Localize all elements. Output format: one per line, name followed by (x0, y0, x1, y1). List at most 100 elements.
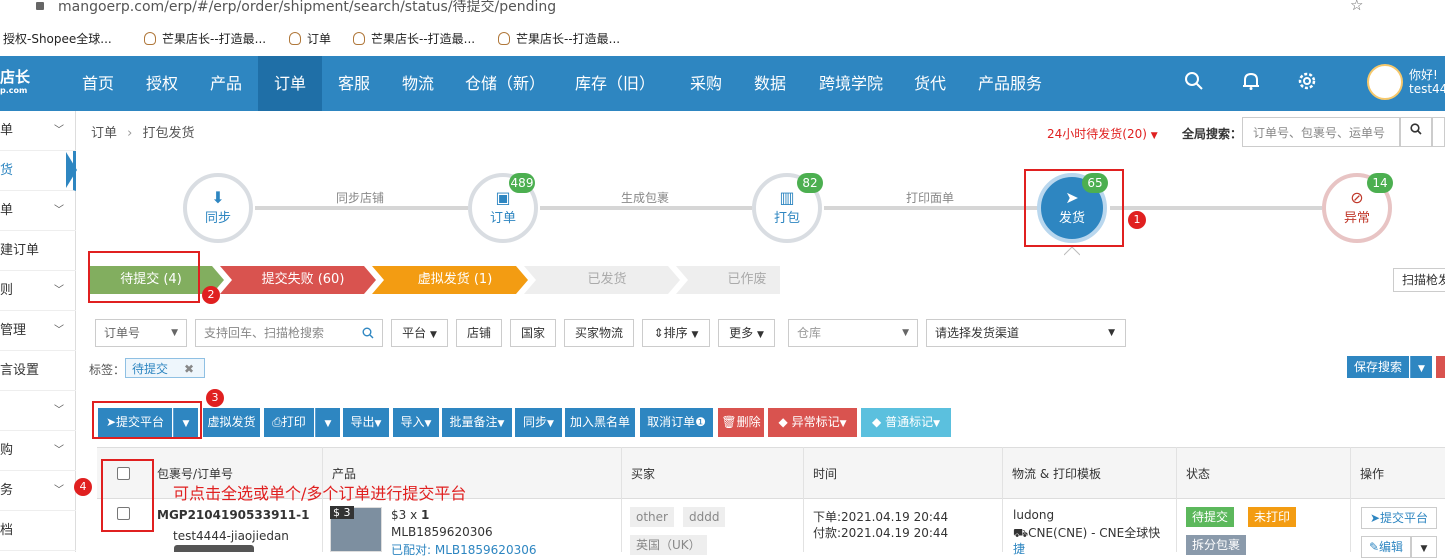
bookmark-star-icon[interactable]: ☆ (1350, 0, 1363, 14)
nav-item-data[interactable]: 数据 (746, 56, 794, 111)
sidebar-item[interactable]: 购 ﹀ (0, 431, 76, 471)
column-divider (621, 447, 622, 552)
virtual-ship-button[interactable]: 虚拟发货 (203, 408, 260, 437)
save-search-button[interactable]: 保存搜索 (1347, 356, 1409, 378)
country-filter[interactable]: 国家 (510, 319, 556, 347)
global-search-input[interactable]: 订单号、包裹号、运单号 (1242, 117, 1400, 147)
extra-action-button[interactable] (1436, 356, 1445, 378)
save-search-dropdown[interactable]: ▼ (1410, 356, 1432, 378)
gear-icon[interactable] (1296, 71, 1318, 93)
bookmark-item[interactable]: 芒果店长--打造最... (353, 30, 475, 47)
buyer-logistics-filter[interactable]: 买家物流 (564, 319, 634, 347)
sidebar-item[interactable]: 管理 ﹀ (0, 311, 76, 351)
annotation-box-2 (88, 251, 200, 303)
import-button[interactable]: 导入▼ (393, 408, 439, 437)
flow-connector (540, 206, 752, 210)
column-header: 状态 (1186, 467, 1211, 481)
search-button[interactable] (1400, 117, 1432, 147)
mango-icon (353, 32, 365, 45)
add-blacklist-button[interactable]: 加入黑名单 (565, 408, 635, 437)
print-dropdown[interactable]: ▼ (315, 408, 340, 437)
nav-item-home[interactable]: 首页 (74, 56, 122, 111)
nav-item-logistics[interactable]: 物流 (394, 56, 442, 111)
column-divider (1176, 447, 1177, 552)
logistics-channel[interactable]: ⛟CNE(CNE) - CNE全球快 (1013, 524, 1160, 542)
package-number[interactable]: MGP2104190533911-1 (157, 508, 309, 522)
nav-item-stock-old[interactable]: 库存（旧） (570, 56, 660, 111)
print-button[interactable]: ⎙打印 (264, 408, 314, 437)
nav-item-product-service[interactable]: 产品服务 (970, 56, 1050, 111)
batch-remark-button[interactable]: 批量备注▼ (442, 408, 512, 437)
url-text[interactable]: mangoerp.com/erp/#/erp/order/shipment/se… (58, 0, 556, 16)
delete-button[interactable]: 🗑删除 (718, 408, 764, 437)
url-bar[interactable]: mangoerp.com/erp/#/erp/order/shipment/se… (0, 0, 1445, 22)
chevron-down-icon: ﹀ (54, 285, 64, 296)
search-input[interactable]: 支持回车、扫描枪搜索 (195, 319, 383, 347)
column-divider (1002, 447, 1003, 552)
search-icon (362, 327, 374, 339)
tab-virtual-ship[interactable]: 虚拟发货 (1) (384, 266, 526, 294)
sidebar-item[interactable]: 档 (0, 511, 76, 551)
chevron-down-icon: ﹀ (54, 125, 64, 136)
column-divider (1350, 447, 1351, 552)
nav-item-products[interactable]: 产品 (202, 56, 250, 111)
normal-mark-button[interactable]: ◆ 普通标记▼ (861, 408, 951, 437)
remove-tag-icon[interactable]: ✖ (184, 359, 194, 379)
breadcrumb-root[interactable]: 订单 (91, 126, 117, 141)
shop-filter[interactable]: 店铺 (456, 319, 502, 347)
nav-item-auth[interactable]: 授权 (138, 56, 186, 111)
sync-button[interactable]: 同步▼ (515, 408, 562, 437)
nav-item-orders[interactable]: 订单 (258, 56, 322, 111)
tab-submit-failed[interactable]: 提交失败 (60) (232, 266, 374, 294)
matched-sku[interactable]: 已配对: MLB1859620306 (391, 541, 536, 558)
warehouse-select[interactable]: 仓库 ▼ (788, 319, 918, 347)
tab-voided[interactable]: 已作废 (676, 266, 818, 294)
logistics-channel-cont[interactable]: 捷 (1013, 540, 1025, 557)
nav-item-warehouse-new[interactable]: 仓储（新） (460, 56, 550, 111)
flow-step-sync[interactable]: ⬇ 同步 (183, 173, 253, 243)
sort-button[interactable]: ⇕排序 ▼ (642, 319, 710, 347)
tag-chip[interactable]: 待提交 ✖ (125, 358, 205, 378)
product-sku: MLB1859620306 (391, 525, 493, 539)
bookmark-item[interactable]: 芒果店长--打造最... (498, 30, 620, 47)
nav-item-forwarder[interactable]: 货代 (906, 56, 954, 111)
bookmark-item[interactable]: 芒果店长--打造最... (144, 30, 266, 47)
sidebar-item-create-order[interactable]: 建订单 (0, 231, 76, 271)
nav-item-purchase[interactable]: 采购 (682, 56, 730, 111)
column-header: 买家 (631, 467, 656, 481)
channel-select[interactable]: 请选择发货渠道 ▼ (926, 319, 1126, 347)
flow-badge: 14 (1367, 173, 1393, 193)
tab-shipped[interactable]: 已发货 (536, 266, 678, 294)
more-button[interactable]: 更多 ▼ (718, 319, 775, 347)
row-edit-button[interactable]: ✎编辑 (1361, 536, 1411, 558)
logo[interactable]: 店长 p.com (0, 70, 30, 98)
sidebar-item[interactable]: 单 ﹀ (0, 191, 76, 231)
sidebar-item[interactable]: 单 ﹀ (0, 111, 76, 151)
sidebar-item[interactable]: 则 ﹀ (0, 271, 76, 311)
sidebar-item[interactable]: 言设置 (0, 351, 76, 391)
platform-filter[interactable]: 平台 ▼ (391, 319, 448, 347)
row-submit-platform-button[interactable]: ➤提交平台 (1361, 507, 1437, 529)
status-badge: 拆分包裹 (1186, 535, 1247, 555)
row-more-dropdown[interactable]: ▼ (1411, 536, 1437, 558)
user-greeting[interactable]: 你好! test44 (1409, 68, 1445, 96)
avatar[interactable] (1367, 64, 1403, 100)
export-button[interactable]: 导出▼ (343, 408, 389, 437)
order-type-select[interactable]: 订单号 ▼ (95, 319, 187, 347)
nav-item-academy[interactable]: 跨境学院 (812, 56, 890, 111)
cancel-order-button[interactable]: 取消订单❶ (640, 408, 713, 437)
bookmark-item[interactable]: 授权-Shopee全球... (3, 30, 112, 47)
search-extra-button[interactable] (1432, 117, 1445, 147)
nav-item-service[interactable]: 客服 (330, 56, 378, 111)
bookmark-item[interactable]: 订单 (289, 30, 331, 47)
sidebar-item[interactable]: 务 ﹀ (0, 471, 76, 511)
search-icon[interactable] (1183, 71, 1205, 93)
mango-icon (289, 32, 301, 45)
bell-icon[interactable] (1240, 71, 1262, 93)
pending-24h-link[interactable]: 24小时待发货(20) ▼ (1047, 125, 1158, 142)
sidebar-item[interactable]: ﹀ (0, 391, 76, 431)
exception-mark-button[interactable]: ◆ 异常标记▼ (768, 408, 857, 437)
scan-gun-button[interactable]: 扫描枪发 (1393, 268, 1445, 292)
annotation-number: 4 (74, 478, 92, 496)
sidebar-item-shipment[interactable]: 货 (0, 151, 76, 191)
